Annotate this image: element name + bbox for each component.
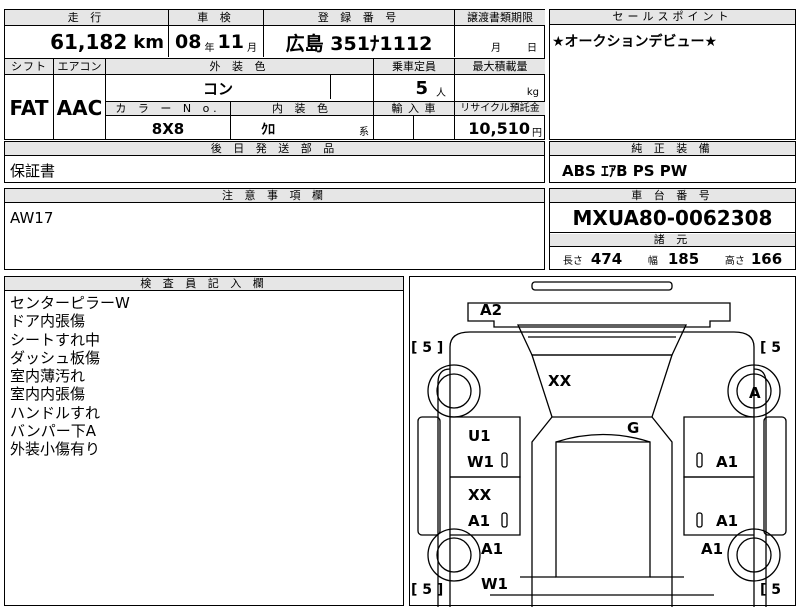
damage-diagram-panel: A2 XX G A U1 W1 XX A1 A1 A1 A1 A1 W1 [ 5… xyxy=(409,276,796,607)
plate-value: 広島 351ﾅ1112 xyxy=(285,32,433,55)
inspector-note: バンパー下A xyxy=(10,422,97,441)
inspector-note: 室内内張傷 xyxy=(10,385,86,404)
later-parts-header: 後 日 発 送 部 品 xyxy=(5,142,544,156)
exterior-color-header: 外 装 色 xyxy=(106,59,373,74)
inspection-header: 車 検 xyxy=(169,10,263,25)
mark-right-rear-door: A1 xyxy=(716,453,739,471)
transfer-cell: 月 日 xyxy=(491,43,537,54)
import-header: 輸 入 車 xyxy=(374,102,454,115)
genuine-equipment-header: 純 正 装 備 xyxy=(550,142,795,156)
mark-hood-area: G xyxy=(627,419,640,437)
inspection-year: 08 xyxy=(175,31,202,53)
rear-spoiler-shape xyxy=(531,281,673,291)
inspector-header: 検 査 員 記 入 欄 xyxy=(5,277,403,291)
tire-rear-left: [ 5 ] xyxy=(411,340,444,356)
mark-left-rear-door-upper: U1 xyxy=(468,427,491,445)
inspector-note: ハンドルすれ xyxy=(10,403,101,422)
mark-left-front-fender: A1 xyxy=(481,540,504,558)
color-no-header: カ ラ ー N o. xyxy=(106,102,230,115)
width-value: 185 xyxy=(667,250,700,268)
dimensions-row: 長さ 474 幅 185 高さ 166 xyxy=(562,250,783,268)
plate-header: 登 録 番 号 xyxy=(264,10,454,25)
interior-value: ｸﾛ xyxy=(261,121,275,138)
shift-header: シフト xyxy=(5,59,53,74)
notes-panel: 注 意 事 項 欄 AW17 xyxy=(4,188,545,270)
load-unit: kg xyxy=(526,87,539,98)
notes-text: AW17 xyxy=(10,209,54,227)
genuine-equipment-panel: 純 正 装 備 ABS ｴｱB PS PW xyxy=(549,141,796,183)
color-no-value: 8X8 xyxy=(151,119,185,138)
mark-roof: XX xyxy=(548,372,572,390)
exterior-color-value: コン xyxy=(202,79,233,98)
capacity-value: 5 xyxy=(415,77,428,99)
tire-rear-right: [ 5 xyxy=(760,340,782,356)
inspector-note: センターピラーW xyxy=(10,294,130,312)
shift-value: FAT xyxy=(9,96,49,120)
capacity-cell: 5 人 xyxy=(415,77,446,99)
inspector-notes: センターピラーW ドア内張傷 シートすれ中 ダッシュ板傷 室内薄汚れ 室内内張傷… xyxy=(10,294,130,459)
transfer-header: 譲渡書類期限 xyxy=(455,10,545,25)
mileage-value: 61,182 xyxy=(50,30,128,54)
mark-left-rear-door: W1 xyxy=(467,453,494,471)
inspection-cell: 08 年 11 月 xyxy=(175,31,257,54)
mark-left-front-door-upper: XX xyxy=(468,486,492,504)
notes-header: 注 意 事 項 欄 xyxy=(5,189,544,203)
mileage-unit: km xyxy=(133,31,164,53)
recycle-header: リサイクル預託金 xyxy=(455,102,545,115)
interior-cell: ｸﾛ 系 xyxy=(231,116,373,141)
height-value: 166 xyxy=(750,250,783,268)
chassis-value: MXUA80-0062308 xyxy=(550,204,795,233)
chassis-header: 車 台 番 号 xyxy=(550,189,795,203)
inspector-note: ドア内張傷 xyxy=(10,312,86,331)
dimensions-header: 諸 元 xyxy=(550,233,795,247)
mark-front-bumper: W1 xyxy=(481,575,508,593)
inspector-panel: 検 査 員 記 入 欄 センターピラーW ドア内張傷 シートすれ中 ダッシュ板傷… xyxy=(4,276,404,606)
interior-header: 内 装 色 xyxy=(231,102,373,115)
later-parts-panel: 後 日 発 送 部 品 保証書 xyxy=(4,141,545,183)
load-header: 最大積載量 xyxy=(455,59,545,74)
recycle-value: 10,510 xyxy=(468,119,530,138)
inspector-note: ダッシュ板傷 xyxy=(10,348,101,367)
mark-rear-bumper: A2 xyxy=(480,301,503,319)
later-parts-text: 保証書 xyxy=(10,162,56,180)
body-outline-shape xyxy=(449,331,755,607)
sales-point-text: ★オークションデビュー★ xyxy=(552,34,718,50)
mark-right-front-fender: A1 xyxy=(701,540,724,558)
vehicle-info-table: 走 行 車 検 登 録 番 号 譲渡書類期限 61,182 km 08 年 11… xyxy=(4,9,545,140)
inspector-note: 室内薄汚れ xyxy=(10,367,86,386)
rear-bumper-shape xyxy=(467,302,731,328)
sales-point-panel: セールスポイント ★オークションデビュー★ xyxy=(549,9,796,140)
mark-right-rear-wheel: A xyxy=(749,384,761,402)
mileage-cell: 61,182 km xyxy=(5,26,168,58)
tire-front-left: [ 5 ] xyxy=(411,582,444,598)
rear-left-wheel-shape xyxy=(427,364,481,418)
recycle-cell: 10,510 円 xyxy=(468,119,542,139)
mark-left-front-door: A1 xyxy=(468,512,491,530)
aircon-value: AAC xyxy=(56,96,103,120)
tire-front-right: [ 5 xyxy=(760,582,782,598)
inspector-note: シートすれ中 xyxy=(10,330,101,349)
sales-point-header: セールスポイント xyxy=(550,10,795,25)
mileage-header: 走 行 xyxy=(5,10,168,25)
mark-right-front-door: A1 xyxy=(716,512,739,530)
inspector-note: 外装小傷有り xyxy=(10,440,101,459)
chassis-panel: 車 台 番 号 MXUA80-0062308 諸 元 長さ 474 幅 185 高さ… xyxy=(549,188,796,270)
inspection-month: 11 xyxy=(217,31,244,53)
aircon-header: エアコン xyxy=(54,59,105,74)
front-left-wheel-shape xyxy=(427,528,481,582)
length-value: 474 xyxy=(590,250,623,268)
capacity-header: 乗車定員 xyxy=(374,59,454,74)
genuine-equipment-text: ABS ｴｱB PS PW xyxy=(562,162,688,180)
